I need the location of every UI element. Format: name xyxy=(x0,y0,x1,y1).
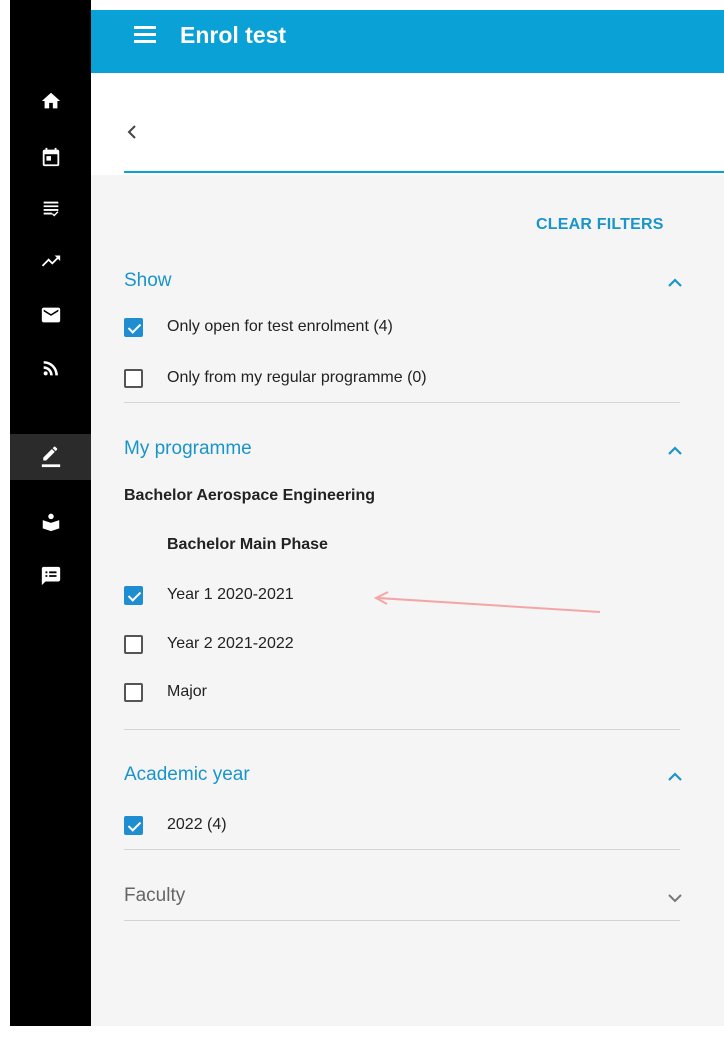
option-label: Only open for test enrolment (4) xyxy=(167,318,393,335)
checkbox[interactable] xyxy=(124,368,143,388)
filter-option-open-test[interactable]: Only open for test enrolment (4) xyxy=(124,316,393,338)
page-title: Enrol test xyxy=(180,22,287,48)
programme-phase: Bachelor Main Phase xyxy=(167,536,328,553)
section-title-show[interactable]: Show xyxy=(124,270,172,292)
header-divider xyxy=(124,171,724,173)
checkbox[interactable] xyxy=(124,317,143,337)
feedback-icon xyxy=(41,566,60,586)
menu-icon[interactable] xyxy=(134,26,158,46)
chevron-up-icon[interactable] xyxy=(666,444,684,456)
sidebar-item-home[interactable] xyxy=(10,78,91,124)
filter-option-year-2022[interactable]: 2022 (4) xyxy=(124,814,227,836)
filter-option-regular-programme[interactable]: Only from my regular programme (0) xyxy=(124,367,427,389)
left-margin xyxy=(0,0,10,1049)
chevron-up-icon[interactable] xyxy=(666,770,684,782)
section-divider xyxy=(124,402,680,403)
sidebar-item-enrol[interactable] xyxy=(10,434,91,480)
edit-icon xyxy=(41,446,60,468)
content-header xyxy=(91,73,724,175)
filter-option-year2[interactable]: Year 2 2021-2022 xyxy=(124,633,294,655)
clear-filters-button[interactable]: CLEAR FILTERS xyxy=(536,216,664,234)
top-margin xyxy=(91,0,724,10)
section-divider xyxy=(124,920,680,921)
filter-option-major[interactable]: Major xyxy=(124,681,207,703)
checkbox[interactable] xyxy=(124,682,143,702)
option-label: 2022 (4) xyxy=(167,816,227,833)
annotation-arrow xyxy=(373,591,601,613)
sidebar-item-reader[interactable] xyxy=(10,498,91,544)
sidebar-item-mail[interactable] xyxy=(10,292,91,338)
sidebar-item-progress[interactable] xyxy=(10,238,91,284)
reader-icon xyxy=(42,513,59,532)
rss-icon xyxy=(43,361,58,376)
calendar-icon xyxy=(42,147,59,167)
sidebar-item-feed[interactable] xyxy=(10,345,91,391)
trending-icon xyxy=(41,255,60,267)
section-title-faculty[interactable]: Faculty xyxy=(124,885,185,907)
mail-icon xyxy=(41,307,60,323)
sidebar xyxy=(10,0,91,1026)
option-label: Only from my regular programme (0) xyxy=(167,369,427,386)
programme-name: Bachelor Aerospace Engineering xyxy=(124,487,376,504)
back-icon[interactable] xyxy=(124,122,140,142)
checklist-icon xyxy=(43,201,58,217)
sidebar-item-feedback[interactable] xyxy=(10,553,91,599)
section-title-programme[interactable]: My programme xyxy=(124,438,252,460)
home-icon xyxy=(41,92,60,109)
chevron-down-icon[interactable] xyxy=(666,891,684,903)
section-divider xyxy=(124,729,680,730)
filter-option-year1[interactable]: Year 1 2020-2021 xyxy=(124,584,294,606)
checkbox[interactable] xyxy=(124,585,143,605)
checkbox[interactable] xyxy=(124,634,143,654)
option-label: Year 1 2020-2021 xyxy=(167,586,294,603)
bottom-margin xyxy=(0,1026,724,1049)
option-label: Year 2 2021-2022 xyxy=(167,635,294,652)
checkbox[interactable] xyxy=(124,815,143,835)
option-label: Major xyxy=(167,683,208,700)
sidebar-item-calendar[interactable] xyxy=(10,134,91,180)
sidebar-item-checklist[interactable] xyxy=(10,186,91,232)
section-title-academic-year[interactable]: Academic year xyxy=(124,764,250,786)
chevron-up-icon[interactable] xyxy=(666,276,684,288)
section-divider xyxy=(124,849,680,850)
